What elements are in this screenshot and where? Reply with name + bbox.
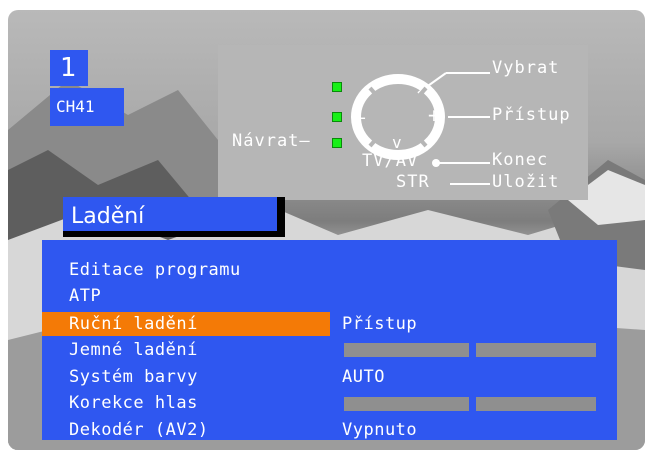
help-str-label: STR <box>396 172 430 192</box>
dpad-plus-label: + <box>428 103 442 127</box>
channel-indicator: 1 CH41 <box>50 50 124 126</box>
manual-tuning-value: Přístup <box>342 314 418 334</box>
tuning-menu: Editace programu ATP Ruční ladění Přístu… <box>42 240 617 440</box>
help-exit-label: Konec <box>492 150 549 170</box>
help-back-label: Návrat– <box>232 131 311 151</box>
fine-tuning-bar-right <box>476 343 596 357</box>
menu-item-color-system[interactable]: Systém barvy <box>42 365 330 389</box>
led-indicator-2 <box>332 112 342 122</box>
dpad-up-label: ^ <box>392 75 403 94</box>
remote-help-panel: ^ v – + Vybrat Přístup Návrat– TV/AV Kon… <box>218 45 588 200</box>
help-access-label: Přístup <box>492 105 571 125</box>
menu-item-sound-correction[interactable]: Korekce hlas <box>42 391 330 415</box>
menu-item-fine-tuning[interactable]: Jemné ladění <box>42 338 330 362</box>
menu-item-atp[interactable]: ATP <box>42 284 330 308</box>
dpad-down-label: v <box>392 133 403 152</box>
sound-correction-bar-left <box>344 397 469 411</box>
menu-item-manual-tuning[interactable]: Ruční ladění <box>42 312 330 336</box>
led-indicator-3 <box>332 138 342 148</box>
help-tvav-label: TV/AV <box>362 151 419 171</box>
decoder-av2-value: Vypnuto <box>342 420 418 440</box>
channel-name: CH41 <box>50 88 124 126</box>
fine-tuning-bar-left <box>344 343 469 357</box>
sound-correction-bar-right <box>476 397 596 411</box>
help-select-label: Vybrat <box>492 58 560 78</box>
channel-number: 1 <box>50 50 88 86</box>
help-save-label: Uložit <box>492 172 560 192</box>
led-indicator-1 <box>332 82 342 92</box>
dpad-minus-label: – <box>353 105 367 129</box>
menu-title: Ladění <box>63 197 285 237</box>
menu-item-program-edit[interactable]: Editace programu <box>42 258 330 282</box>
menu-item-decoder-av2[interactable]: Dekodér (AV2) <box>42 418 330 442</box>
color-system-value: AUTO <box>342 367 385 387</box>
